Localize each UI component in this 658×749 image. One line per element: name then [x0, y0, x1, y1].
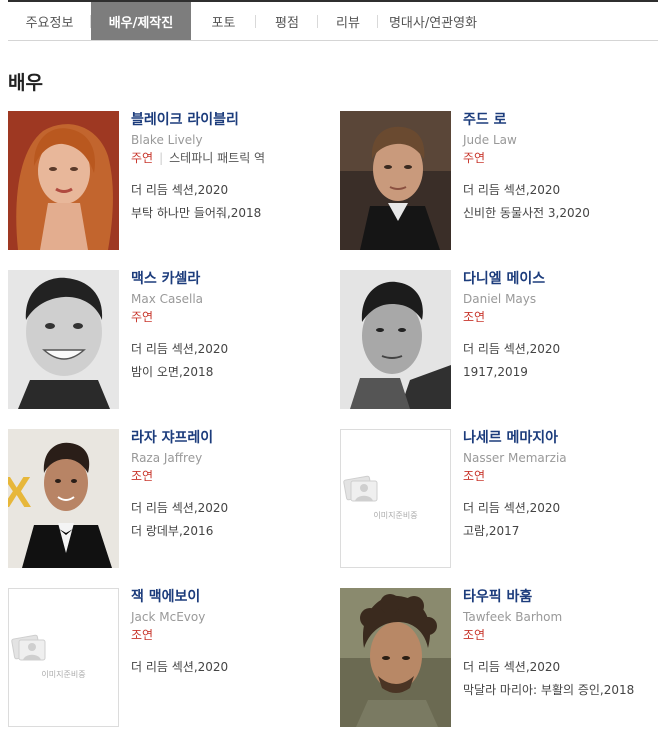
role-badge: 조연 [463, 469, 486, 483]
actor-name-link[interactable]: 다니엘 메이스 [463, 270, 658, 288]
filmography: 더 리듬 섹션,2020 고람,2017 [463, 497, 658, 543]
actor-photo[interactable]: X [8, 429, 119, 568]
tab-main-info[interactable]: 주요정보 [8, 2, 91, 40]
actor-photo[interactable] [340, 270, 451, 409]
photo-placeholder[interactable]: 이미지준비중 [8, 588, 119, 727]
actor-name-link[interactable]: 라자 쟈프레이 [131, 429, 331, 447]
film-link[interactable]: 더 리듬 섹션,2020 [131, 497, 331, 520]
actor-english-name: Raza Jaffrey [131, 451, 203, 465]
film-link[interactable]: 고람,2017 [463, 520, 658, 543]
tab-rating[interactable]: 평점 [256, 2, 318, 40]
film-link[interactable]: 더 리듬 섹션,2020 [463, 338, 658, 361]
role-badge: 조연 [463, 628, 486, 642]
actor-card: 블레이크 라이블리 Blake Lively 주연 | 스테파니 패트릭 역 더 리… [8, 111, 328, 251]
role-badge: 주연 [463, 151, 486, 165]
role-badge: 조연 [463, 310, 486, 324]
actor-card: X 라자 쟈프레이 Raza Jaffrey 조연 더 리듬 섹션,2020 더… [8, 429, 328, 569]
actor-english-name: Blake Lively [131, 133, 203, 147]
tab-review[interactable]: 리뷰 [318, 2, 378, 40]
actor-photo[interactable] [8, 270, 119, 409]
tab-cast-crew[interactable]: 배우/제작진 [91, 2, 191, 40]
film-link[interactable]: 더 랑데부,2016 [131, 520, 331, 543]
filmography: 더 리듬 섹션,2020 밤이 오면,2018 [131, 338, 331, 384]
filmography: 더 리듬 섹션,2020 막달라 마리아: 부활의 증인,2018 [463, 656, 658, 702]
tab-label: 평점 [275, 15, 299, 31]
image-placeholder-icon [343, 475, 378, 502]
film-link[interactable]: 밤이 오면,2018 [131, 361, 331, 384]
actor-english-name: Max Casella [131, 292, 204, 306]
actor-card: 이미지준비중 나세르 메마지아 Nasser Memarzia 조연 더 리듬 … [340, 429, 658, 569]
tab-photo[interactable]: 포토 [191, 2, 256, 40]
actor-photo[interactable] [340, 588, 451, 727]
actor-card: 타우픽 바훔 Tawfeek Barhom 조연 더 리듬 섹션,2020 막달… [340, 588, 658, 728]
actor-card: 주드 로 Jude Law 주연 더 리듬 섹션,2020 신비한 동물사전 3… [340, 111, 658, 251]
placeholder-text: 이미지준비중 [41, 670, 86, 679]
actor-card: 이미지준비중 잭 맥에보이 Jack McEvoy 조연 더 리듬 섹션,202… [8, 588, 328, 728]
film-link[interactable]: 신비한 동물사전 3,2020 [463, 202, 658, 225]
film-link[interactable]: 더 리듬 섹션,2020 [131, 656, 331, 679]
tab-label: 주요정보 [25, 15, 74, 31]
actor-card: 다니엘 메이스 Daniel Mays 조연 더 리듬 섹션,2020 1917… [340, 270, 658, 410]
tab-label: 배우/제작진 [108, 15, 174, 31]
film-link[interactable]: 1917,2019 [463, 361, 658, 384]
actor-english-name: Jude Law [463, 133, 517, 147]
image-placeholder-icon [11, 634, 46, 661]
actor-name-link[interactable]: 주드 로 [463, 111, 658, 129]
film-link[interactable]: 더 리듬 섹션,2020 [463, 656, 658, 679]
role-badge: 조연 [131, 469, 154, 483]
filmography: 더 리듬 섹션,2020 부탁 하나만 들어줘,2018 [131, 179, 331, 225]
section-title: 배우 [8, 72, 43, 94]
actor-english-name: Jack McEvoy [131, 610, 206, 624]
filmography: 더 리듬 섹션,2020 신비한 동물사전 3,2020 [463, 179, 658, 225]
tab-bar: 주요정보 배우/제작진 포토 평점 리뷰 명대사/연관영화 [8, 0, 658, 41]
placeholder-text: 이미지준비중 [373, 511, 418, 520]
film-link[interactable]: 더 리듬 섹션,2020 [131, 338, 331, 361]
tab-label: 리뷰 [336, 15, 360, 31]
role-badge: 조연 [131, 628, 154, 642]
tab-label: 명대사/연관영화 [388, 15, 478, 31]
actor-english-name: Daniel Mays [463, 292, 537, 306]
filmography: 더 리듬 섹션,2020 [131, 656, 331, 679]
actor-english-name: Nasser Memarzia [463, 451, 567, 465]
actor-name-link[interactable]: 블레이크 라이블리 [131, 111, 331, 129]
actor-name-link[interactable]: 타우픽 바훔 [463, 588, 658, 606]
tab-quotes-related[interactable]: 명대사/연관영화 [378, 2, 488, 40]
film-link[interactable]: 부탁 하나만 들어줘,2018 [131, 202, 331, 225]
filmography: 더 리듬 섹션,2020 1917,2019 [463, 338, 658, 384]
actor-name-link[interactable]: 맥스 카셀라 [131, 270, 331, 288]
film-link[interactable]: 더 리듬 섹션,2020 [131, 179, 331, 202]
actor-english-name: Tawfeek Barhom [463, 610, 563, 624]
actor-photo[interactable] [340, 111, 451, 250]
character-name: 스테파니 패트릭 역 [169, 151, 266, 165]
svg-text:X: X [8, 468, 31, 517]
actor-card: 맥스 카셀라 Max Casella 주연 더 리듬 섹션,2020 밤이 오면… [8, 270, 328, 410]
role-badge: 주연 [131, 151, 154, 165]
tab-label: 포토 [211, 15, 236, 31]
divider: | [159, 151, 164, 165]
film-link[interactable]: 더 리듬 섹션,2020 [463, 497, 658, 520]
filmography: 더 리듬 섹션,2020 더 랑데부,2016 [131, 497, 331, 543]
actor-name-link[interactable]: 잭 맥에보이 [131, 588, 331, 606]
actor-photo[interactable] [8, 111, 119, 250]
film-link[interactable]: 더 리듬 섹션,2020 [463, 179, 658, 202]
photo-placeholder[interactable]: 이미지준비중 [340, 429, 451, 568]
role-badge: 주연 [131, 310, 154, 324]
film-link[interactable]: 막달라 마리아: 부활의 증인,2018 [463, 679, 658, 702]
actor-name-link[interactable]: 나세르 메마지아 [463, 429, 658, 447]
